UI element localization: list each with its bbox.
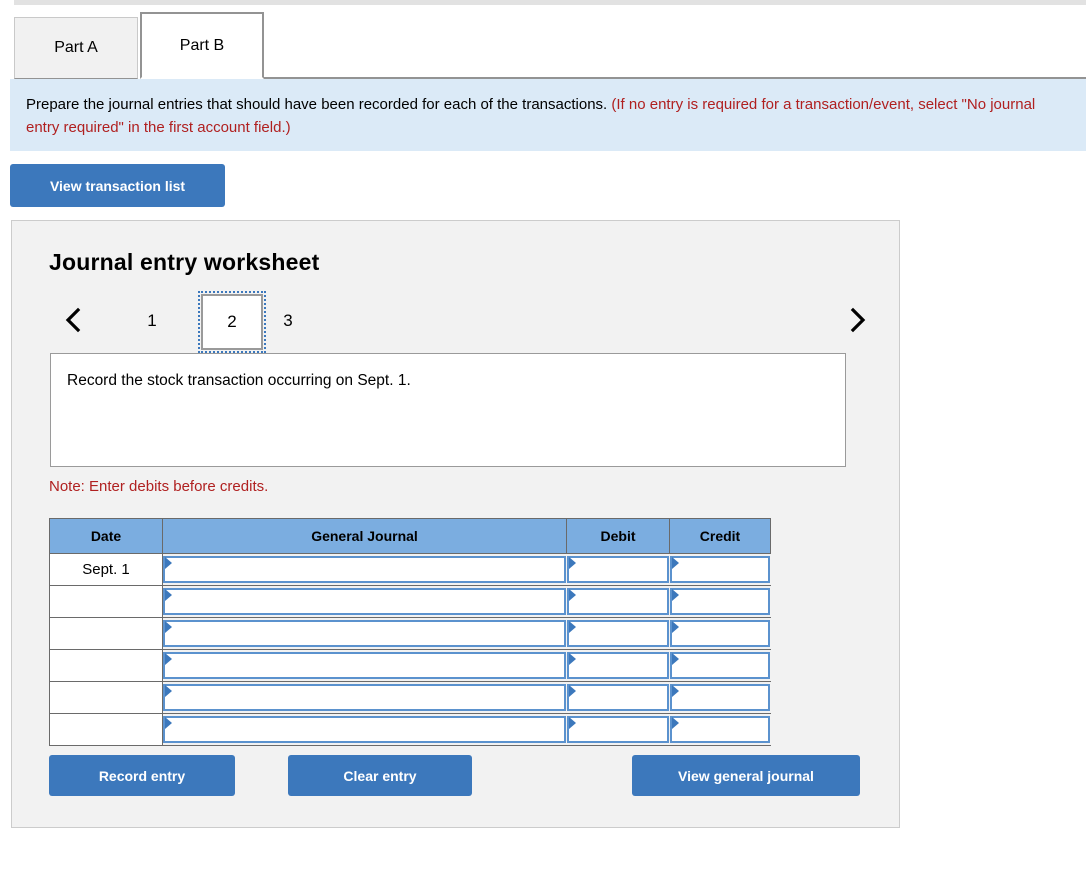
cell-debit: [566, 649, 670, 682]
view-general-journal-button[interactable]: View general journal: [632, 755, 860, 796]
account-select-row-3[interactable]: [163, 620, 566, 647]
cell-debit: [566, 713, 670, 746]
tab-bar: Part A Part B: [0, 12, 1086, 79]
debit-input-row-5[interactable]: [566, 684, 669, 711]
table-row: [49, 585, 771, 618]
transaction-description-text: Record the stock transaction occurring o…: [67, 372, 411, 389]
tab-part-b-label: Part B: [179, 36, 225, 54]
column-header-date: Date: [49, 518, 163, 554]
cell-date: [49, 649, 163, 682]
pager-page-2-current[interactable]: 2: [198, 291, 266, 353]
chevron-left-icon[interactable]: [57, 294, 89, 346]
cell-credit: [669, 649, 771, 682]
table-row: Sept. 1: [49, 553, 771, 586]
cell-date: [49, 713, 163, 746]
top-divider-strip: [14, 0, 1086, 5]
cell-debit: [566, 585, 670, 618]
debit-input-row-6[interactable]: [566, 716, 669, 743]
table-header-row: Date General Journal Debit Credit: [49, 518, 771, 554]
pager-page-1[interactable]: 1: [131, 300, 173, 342]
cell-date: [49, 585, 163, 618]
account-select-row-6[interactable]: [163, 716, 566, 743]
transaction-description-box: Record the stock transaction occurring o…: [50, 353, 846, 467]
credit-input-row-2[interactable]: [669, 588, 770, 615]
debit-input-row-2[interactable]: [566, 588, 669, 615]
cell-general-journal: [162, 713, 567, 746]
cell-general-journal: [162, 585, 567, 618]
credit-input-row-1[interactable]: [669, 556, 770, 583]
debits-before-credits-note: Note: Enter debits before credits.: [49, 478, 269, 495]
cell-credit: [669, 681, 771, 714]
worksheet-pager: 1 2 3: [49, 291, 875, 353]
account-select-row-4[interactable]: [163, 652, 566, 679]
table-row: [49, 713, 771, 746]
cell-general-journal: [162, 553, 567, 586]
credit-input-row-6[interactable]: [669, 716, 770, 743]
debit-input-row-1[interactable]: [566, 556, 669, 583]
column-header-debit: Debit: [566, 518, 670, 554]
debit-input-row-3[interactable]: [566, 620, 669, 647]
cell-credit: [669, 713, 771, 746]
cell-date: [49, 681, 163, 714]
credit-input-row-4[interactable]: [669, 652, 770, 679]
cell-date: [49, 617, 163, 650]
cell-general-journal: [162, 649, 567, 682]
table-row: [49, 649, 771, 682]
tab-bar-filler: [262, 15, 1086, 79]
account-select-row-1[interactable]: [163, 556, 566, 583]
column-header-general-journal: General Journal: [162, 518, 567, 554]
cell-debit: [566, 553, 670, 586]
instruction-banner: Prepare the journal entries that should …: [10, 79, 1086, 151]
credit-input-row-3[interactable]: [669, 620, 770, 647]
record-entry-button[interactable]: Record entry: [49, 755, 235, 796]
cell-date: Sept. 1: [49, 553, 163, 586]
credit-input-row-5[interactable]: [669, 684, 770, 711]
table-row: [49, 617, 771, 650]
chevron-right-icon[interactable]: [841, 294, 873, 346]
column-header-credit: Credit: [669, 518, 771, 554]
journal-entry-worksheet-panel: Journal entry worksheet 1 2 3 Record the…: [11, 220, 900, 828]
cell-credit: [669, 585, 771, 618]
cell-general-journal: [162, 681, 567, 714]
tab-part-b[interactable]: Part B: [140, 12, 264, 79]
cell-credit: [669, 617, 771, 650]
tab-part-a[interactable]: Part A: [14, 17, 138, 79]
worksheet-title: Journal entry worksheet: [49, 249, 320, 275]
table-row: [49, 681, 771, 714]
account-select-row-2[interactable]: [163, 588, 566, 615]
cell-debit: [566, 617, 670, 650]
journal-entry-table: Date General Journal Debit Credit Sept. …: [49, 518, 771, 746]
cell-debit: [566, 681, 670, 714]
debit-input-row-4[interactable]: [566, 652, 669, 679]
account-select-row-5[interactable]: [163, 684, 566, 711]
pager-page-3[interactable]: 3: [267, 300, 309, 342]
journal-entry-table-body: Sept. 1: [49, 553, 771, 746]
tab-part-a-label: Part A: [54, 39, 98, 56]
instruction-text: Prepare the journal entries that should …: [26, 96, 608, 113]
view-transaction-list-button[interactable]: View transaction list: [10, 164, 225, 207]
cell-general-journal: [162, 617, 567, 650]
cell-credit: [669, 553, 771, 586]
clear-entry-button[interactable]: Clear entry: [288, 755, 472, 796]
